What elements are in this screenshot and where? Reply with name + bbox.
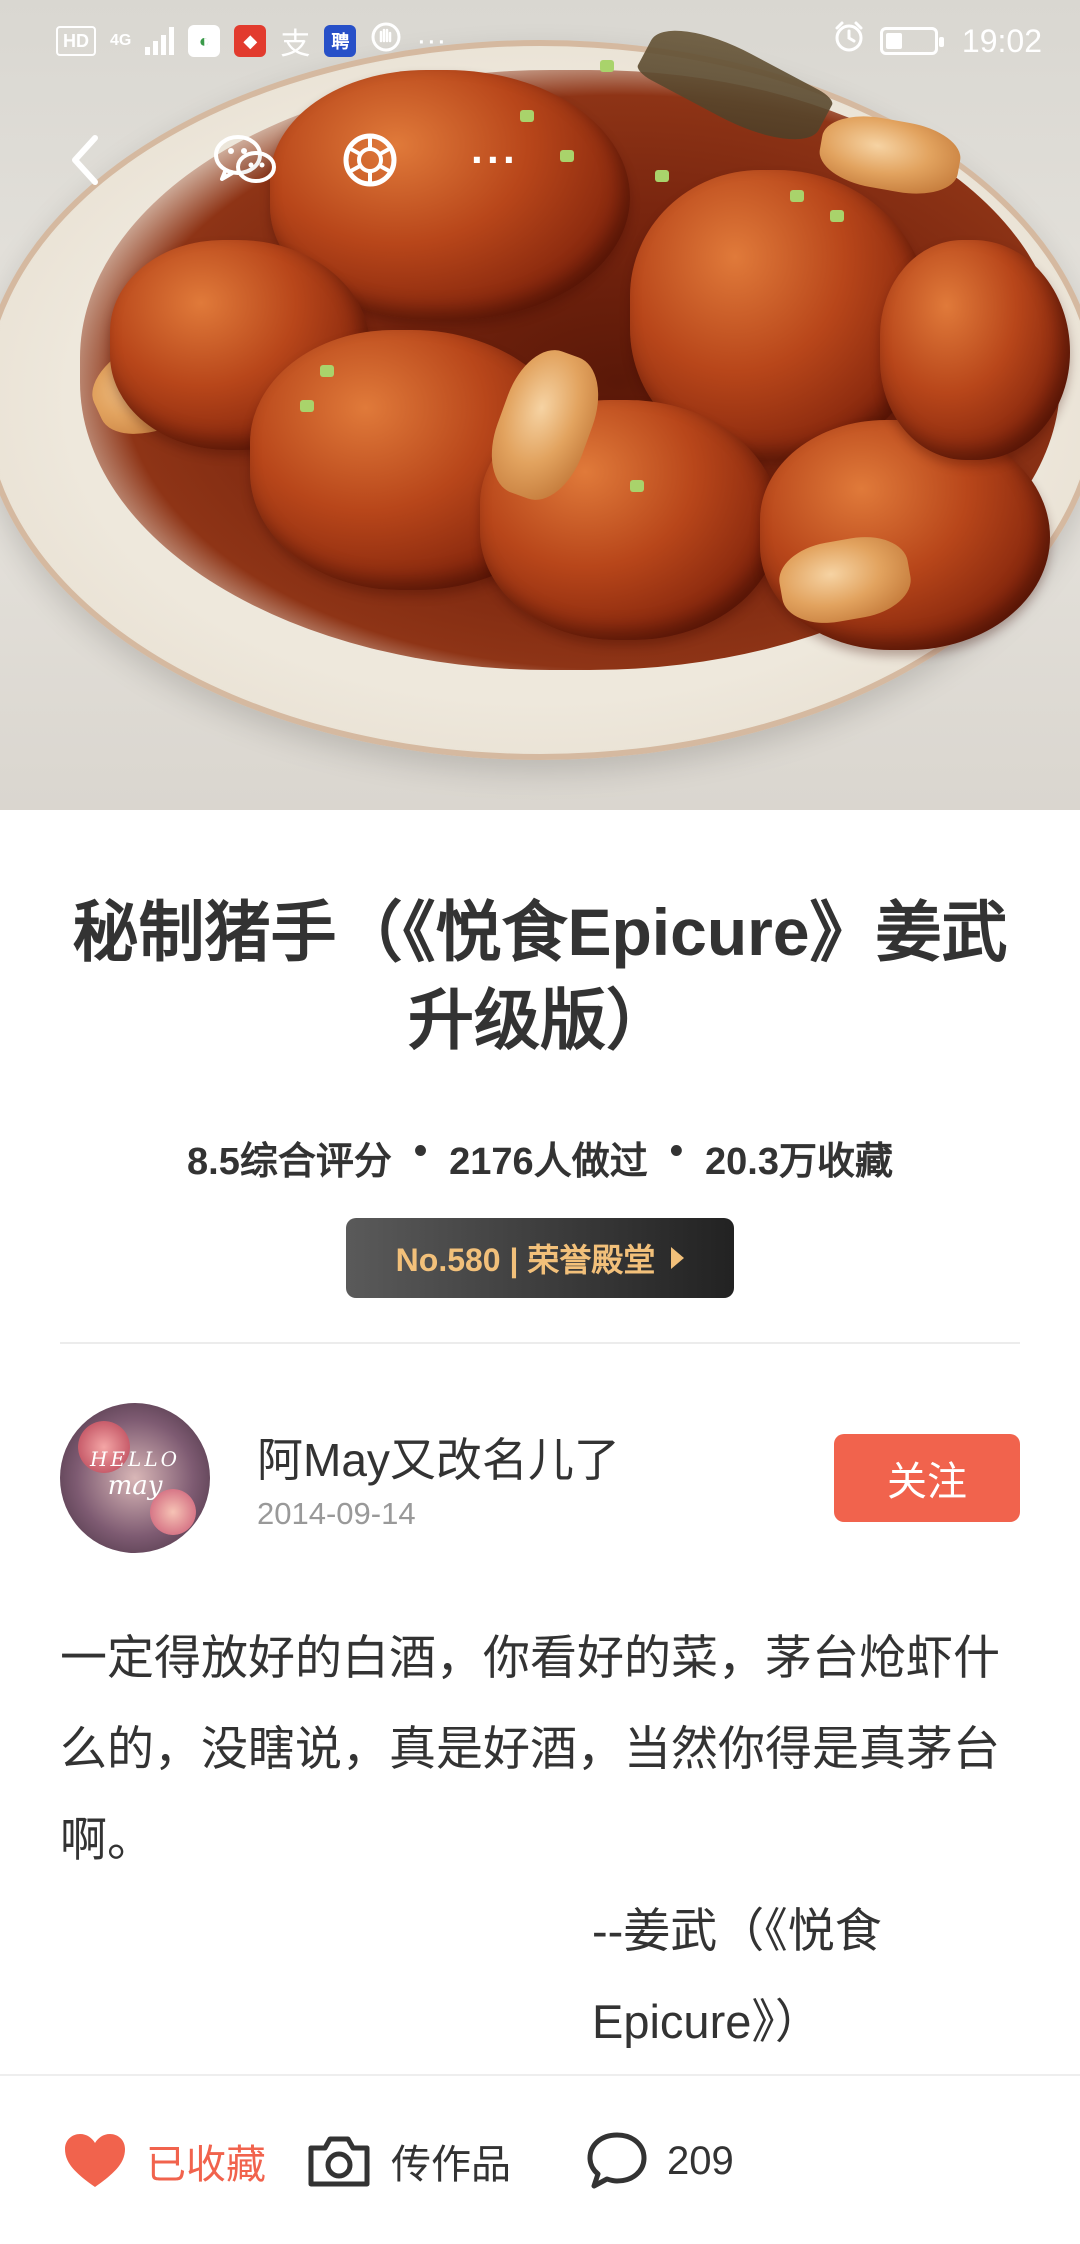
description-body: 一定得放好的白酒，你看好的菜，茅台炝虾什么的，没瞎说，真是好酒，当然你得是真茅台… [60, 1631, 1000, 1866]
separator-dot: • [413, 1130, 428, 1172]
made-count-stat: 2176人做过 [449, 1141, 648, 1183]
divider [60, 1342, 1020, 1344]
upload-work-button[interactable]: 传作品 [305, 2126, 511, 2196]
rating-stat: 8.5综合评分 [187, 1141, 392, 1183]
avatar-text-hello: HELLO [90, 1447, 180, 1471]
favorite-label: 已收藏 [146, 2143, 266, 2187]
status-time: 19:02 [961, 22, 1042, 59]
hand-icon [370, 21, 402, 61]
triangle-right-icon [671, 1247, 685, 1269]
upload-label: 传作品 [391, 2143, 511, 2187]
hd-icon: HD [56, 26, 96, 56]
heart-icon [65, 2134, 125, 2187]
favorites-stat: 20.3万收藏 [705, 1141, 893, 1183]
more-notifications-icon: ··· [416, 24, 447, 57]
scallion [630, 480, 644, 492]
network-type-label: 4G [110, 32, 132, 49]
battery-icon [879, 27, 944, 55]
app-icon-pin: 聘 [324, 25, 357, 57]
comments-button[interactable]: 209 [585, 2126, 734, 2196]
status-bar-right: 19:02 [832, 20, 1042, 62]
app-icon-green: ◐ [188, 25, 221, 57]
camera-icon [308, 2136, 370, 2187]
chevron-left-icon [72, 135, 98, 185]
hall-of-fame-badge[interactable]: No.580 | 荣誉殿堂 [346, 1218, 734, 1298]
favorite-button[interactable]: 已收藏 [62, 2126, 266, 2196]
scallion [320, 365, 334, 377]
pork-piece [880, 240, 1070, 460]
scallion [830, 210, 844, 222]
publish-date: 2014-09-14 [257, 1496, 416, 1531]
wechat-icon [214, 135, 276, 183]
app-icon-red: ◆ [234, 25, 267, 57]
avatar-text-may: may [107, 1471, 163, 1501]
scallion [300, 400, 314, 412]
alarm-icon [832, 20, 866, 62]
author-avatar[interactable]: HELLO may [60, 1403, 210, 1553]
app-icon-zhi: 支 [280, 28, 311, 61]
badge-label: No.580 | 荣誉殿堂 [395, 1242, 656, 1278]
recipe-title: 秘制猪手（《悦食Epicure》姜武升级版） [72, 895, 1008, 1057]
avatar-lettering: HELLO may [60, 1447, 210, 1501]
comment-icon [587, 2132, 647, 2189]
comment-count: 209 [667, 2138, 734, 2183]
more-options-button[interactable]: ··· [455, 120, 535, 200]
bottom-action-bar: 已收藏 传作品 209 [0, 2074, 1080, 2244]
follow-button[interactable]: 关注 [834, 1434, 1020, 1522]
recipe-description: 一定得放好的白酒，你看好的菜，茅台炝虾什么的，没瞎说，真是好酒，当然你得是真茅台… [60, 1612, 1020, 2067]
signal-icon [145, 27, 175, 55]
back-button[interactable] [45, 120, 125, 200]
recipe-stats: 8.5综合评分 • 2176人做过 • 20.3万收藏 [60, 1130, 1020, 1185]
status-bar-left: HD 4G ◐ ◆ 支 聘 ··· [56, 19, 446, 63]
status-bar: HD 4G ◐ ◆ 支 聘 ··· 19:02 [0, 0, 1080, 82]
share-wechat-button[interactable] [205, 120, 285, 200]
author-name[interactable]: 阿May又改名儿了 [257, 1424, 620, 1490]
separator-dot: • [669, 1130, 684, 1172]
share-moments-button[interactable] [330, 120, 410, 200]
moments-icon [343, 133, 397, 187]
description-signature: --姜武（《悦食Epicure》） [592, 1904, 882, 2048]
top-nav: ··· [0, 120, 1080, 210]
